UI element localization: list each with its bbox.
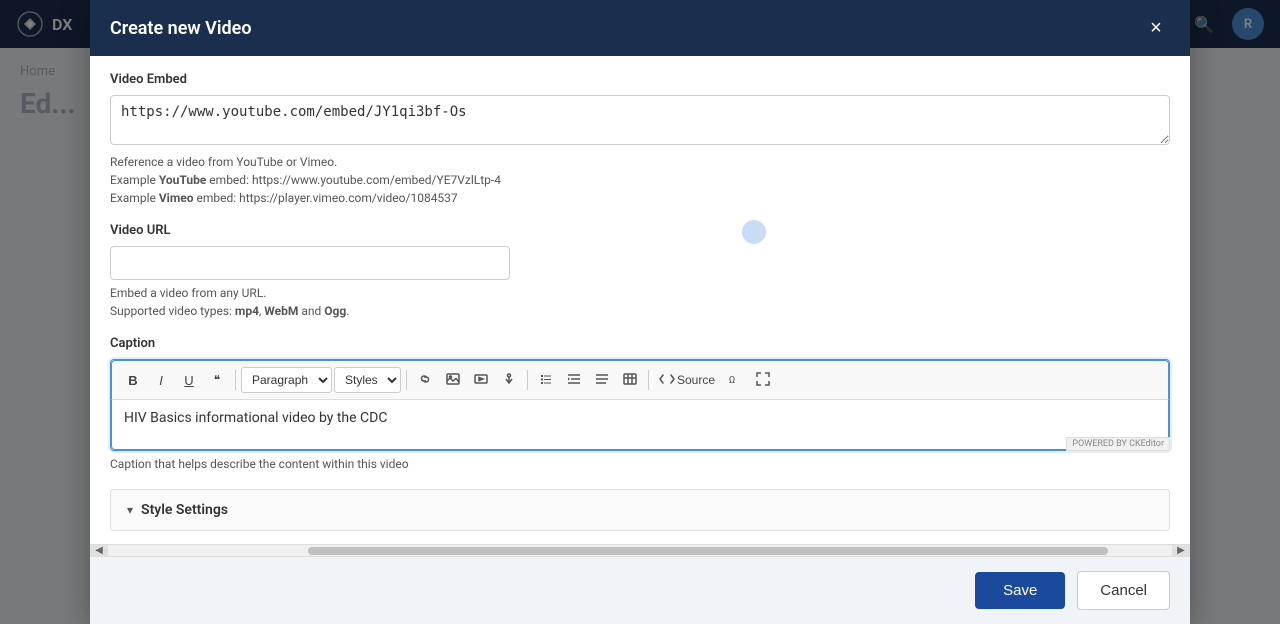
video-url-input[interactable] [110, 246, 510, 280]
toolbar-paragraph-select[interactable]: Paragraph Heading 1 Heading 2 Heading 3 [241, 367, 332, 393]
modal-header: Create new Video × [90, 0, 1190, 56]
create-video-modal: Create new Video × Video Embed Reference… [90, 0, 1190, 624]
indent-icon [567, 372, 581, 389]
toolbar-list-button[interactable] [533, 367, 559, 393]
toolbar-media-button[interactable] [468, 367, 494, 393]
toolbar-special-chars-button[interactable]: Ω [722, 367, 748, 393]
list-icon [539, 372, 553, 389]
modal-close-button[interactable]: × [1142, 14, 1170, 42]
toolbar-source-button[interactable]: Source [654, 367, 720, 393]
toolbar-styles-select[interactable]: Styles [334, 367, 401, 393]
caption-help-text: Caption that helps describe the content … [110, 455, 1170, 473]
toolbar-bold-button[interactable]: B [120, 367, 146, 393]
link-icon [418, 372, 432, 389]
caption-label: Caption [110, 336, 1170, 351]
fullscreen-icon [756, 372, 770, 389]
style-settings-section: ▾ Style Settings [110, 489, 1170, 531]
scroll-right-arrow[interactable]: ▶ [1172, 545, 1190, 557]
toolbar-table-button[interactable] [617, 367, 643, 393]
special-chars-icon: Ω [728, 372, 742, 389]
media-icon [474, 372, 488, 389]
caption-toolbar: B I U ❝ Paragraph Heading 1 Heading 2 [111, 360, 1169, 400]
toolbar-image-button[interactable] [440, 367, 466, 393]
video-embed-label: Video Embed [110, 72, 1170, 87]
video-url-label: Video URL [110, 223, 1170, 238]
caption-editor-wrapper: B I U ❝ Paragraph Heading 1 Heading 2 [110, 359, 1170, 451]
modal-footer: Save Cancel [90, 556, 1190, 624]
modal-title: Create new Video [110, 18, 252, 39]
blockquote-icon: ❝ [214, 373, 220, 387]
cancel-button[interactable]: Cancel [1077, 571, 1170, 610]
video-url-help: Embed a video from any URL. Supported vi… [110, 284, 1170, 320]
table-icon [623, 372, 637, 389]
caption-text: HIV Basics informational video by the CD… [124, 410, 387, 426]
svg-text:Ω: Ω [729, 375, 735, 386]
chevron-down-icon: ▾ [127, 503, 133, 517]
ckeditor-badge: POWERED BY CKEditor [1066, 437, 1170, 451]
image-icon [446, 372, 460, 389]
toolbar-separator-1 [235, 370, 236, 390]
caption-section: Caption B I U ❝ Para [110, 336, 1170, 473]
toolbar-underline-button[interactable]: U [176, 367, 202, 393]
toolbar-align-button[interactable] [589, 367, 615, 393]
source-label: Source [677, 373, 715, 387]
video-url-section: Video URL Embed a video from any URL. Su… [110, 223, 1170, 320]
caption-editor-container: B I U ❝ Paragraph Heading 1 Heading 2 [110, 359, 1170, 451]
toolbar-separator-2 [406, 370, 407, 390]
style-settings-header[interactable]: ▾ Style Settings [111, 490, 1169, 530]
scroll-left-arrow[interactable]: ◀ [90, 545, 108, 557]
toolbar-italic-button[interactable]: I [148, 367, 174, 393]
source-icon [659, 372, 675, 389]
video-embed-input[interactable] [110, 95, 1170, 145]
style-settings-label: Style Settings [141, 502, 228, 518]
toolbar-indent-button[interactable] [561, 367, 587, 393]
toolbar-blockquote-button[interactable]: ❝ [204, 367, 230, 393]
align-icon [595, 372, 609, 389]
modal-body[interactable]: Video Embed Reference a video from YouTu… [90, 56, 1190, 544]
caption-editor[interactable]: HIV Basics informational video by the CD… [111, 400, 1169, 450]
toolbar-anchor-button[interactable] [496, 367, 522, 393]
toolbar-fullscreen-button[interactable] [750, 367, 776, 393]
toolbar-separator-4 [648, 370, 649, 390]
save-button[interactable]: Save [975, 572, 1065, 609]
video-embed-section: Video Embed Reference a video from YouTu… [110, 72, 1170, 207]
video-embed-help: Reference a video from YouTube or Vimeo.… [110, 153, 1170, 207]
horizontal-scrollbar[interactable]: ◀ ▶ [90, 544, 1190, 556]
anchor-icon [502, 372, 516, 389]
toolbar-link-button[interactable] [412, 367, 438, 393]
modal-overlay: Create new Video × Video Embed Reference… [0, 0, 1280, 624]
toolbar-separator-3 [527, 370, 528, 390]
scroll-thumb[interactable] [308, 547, 1108, 555]
